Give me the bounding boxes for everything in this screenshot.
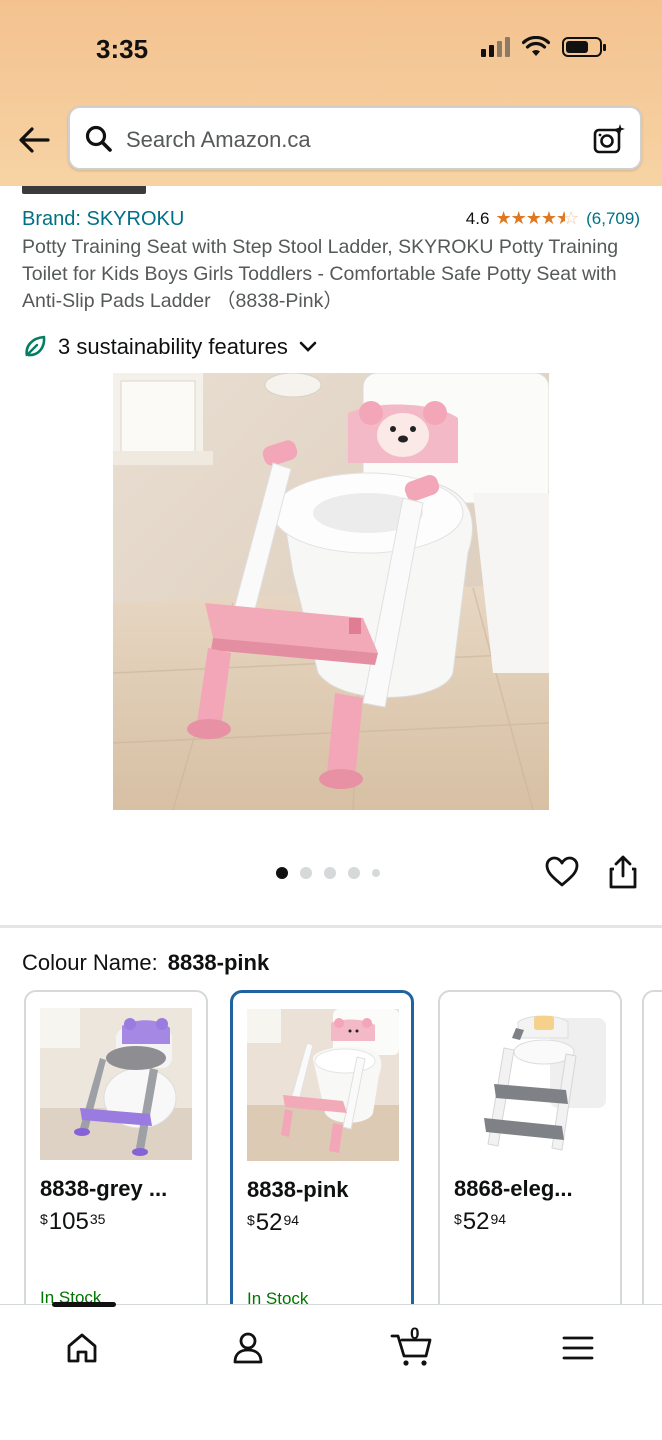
- battery-icon: [562, 37, 606, 57]
- brand-link[interactable]: Brand: SKYROKU: [22, 208, 184, 231]
- carousel-dot[interactable]: [300, 867, 312, 879]
- variant-card-pink[interactable]: 8838-pink $52 94 In Stock: [230, 990, 414, 1306]
- rating-score: 4.6: [465, 208, 490, 228]
- variant-card-elegant[interactable]: 8868-eleg... $52 94: [438, 990, 622, 1306]
- previous-section-edge: [22, 186, 146, 194]
- variant-name: 8838-grey ...: [40, 1176, 168, 1201]
- variant-card-partial[interactable]: [642, 990, 662, 1306]
- colour-label-text: Colour Name:: [22, 950, 158, 975]
- cart-count: 0: [410, 1324, 420, 1343]
- variant-name: 8868-eleg...: [454, 1176, 573, 1201]
- variant-card-grey[interactable]: 8838-grey ... $105 35 In Stock: [24, 990, 208, 1306]
- carousel-dot[interactable]: [324, 867, 336, 879]
- carousel-dot[interactable]: [276, 867, 288, 879]
- share-icon[interactable]: [606, 854, 640, 890]
- variant-thumbnail: [40, 1008, 192, 1160]
- search-icon: [85, 125, 112, 152]
- search-placeholder: Search Amazon.ca: [126, 127, 311, 152]
- variant-price: $52 94: [247, 1209, 300, 1236]
- carousel-dot[interactable]: [372, 869, 380, 877]
- colour-value: 8838-pink: [167, 950, 270, 975]
- colour-selection-label: Colour Name: 8838-pink: [22, 950, 269, 976]
- home-icon: [67, 1333, 97, 1363]
- nav-cart[interactable]: 0: [390, 1324, 434, 1370]
- rating-count[interactable]: (6,709): [586, 209, 640, 229]
- heart-icon[interactable]: [544, 854, 580, 890]
- product-title: Potty Training Seat with Step Stool Ladd…: [22, 236, 619, 312]
- status-icons: [481, 36, 606, 58]
- variant-price: $105 35: [40, 1208, 106, 1235]
- variant-thumbnail: [247, 1009, 399, 1161]
- back-arrow-icon[interactable]: [16, 122, 52, 158]
- variant-name: 8838-pink: [247, 1177, 349, 1202]
- variant-thumbnail: [454, 1008, 606, 1160]
- star-rating-icon: ★★★★★☆: [495, 208, 579, 228]
- variant-price: $52 94: [454, 1208, 507, 1235]
- sustainability-features-toggle[interactable]: 3 sustainability features: [22, 334, 318, 360]
- cellular-signal-icon: [481, 37, 510, 57]
- carousel-dot[interactable]: [348, 867, 360, 879]
- sustainability-label: 3 sustainability features: [58, 334, 288, 359]
- camera-icon[interactable]: [592, 122, 626, 156]
- nav-home[interactable]: [60, 1326, 104, 1370]
- rating-summary[interactable]: 4.6 ★★★★★☆ (6,709): [466, 208, 640, 229]
- active-tab-indicator: [52, 1302, 116, 1307]
- chevron-down-icon: [299, 341, 317, 352]
- section-divider: [0, 925, 662, 928]
- app-header: 3:35 Search Amazon.ca: [0, 0, 662, 186]
- bottom-navigation-bar: [0, 1304, 662, 1440]
- image-carousel-dots[interactable]: [276, 867, 380, 879]
- wifi-icon: [522, 36, 550, 56]
- menu-icon: [562, 1336, 594, 1360]
- status-time: 3:35: [96, 34, 149, 64]
- search-input[interactable]: Search Amazon.ca: [68, 106, 642, 170]
- product-main-image[interactable]: [113, 373, 549, 810]
- leaf-icon: [25, 335, 46, 357]
- nav-account[interactable]: [226, 1326, 270, 1370]
- account-icon: [233, 1332, 263, 1364]
- nav-menu[interactable]: [556, 1326, 600, 1370]
- colour-variant-list: 8838-grey ... $105 35 In Stock 8838-pink…: [22, 988, 662, 1306]
